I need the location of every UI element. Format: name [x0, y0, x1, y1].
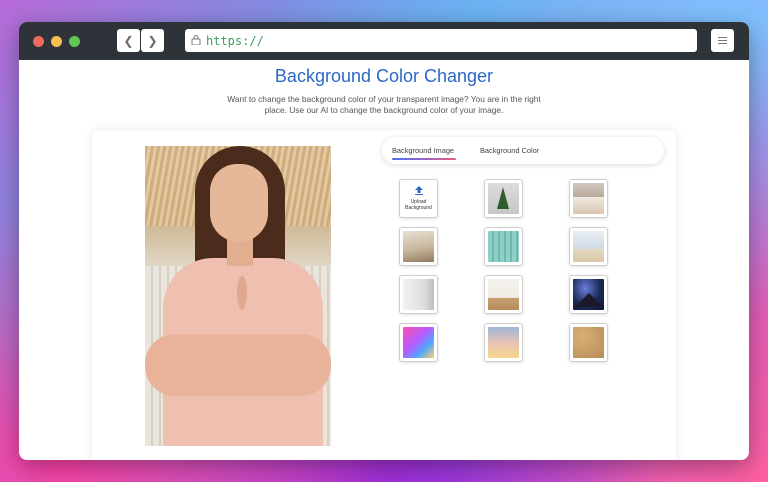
background-thumb-sunset-gradient[interactable] [484, 323, 523, 362]
url-text: https:// [206, 33, 264, 48]
background-thumb-teal-wood[interactable] [484, 227, 523, 266]
subtitle-line-1: Want to change the background color of y… [227, 94, 541, 104]
page-subtitle: Want to change the background color of y… [204, 94, 564, 116]
page-title: Background Color Changer [274, 66, 494, 86]
chevron-right-icon: ❯ [147, 33, 158, 48]
background-thumb-bright-room[interactable] [484, 275, 523, 314]
browser-titlebar: ❮ ❯ https:// [19, 22, 749, 60]
subject-photo [145, 146, 331, 446]
background-thumb-pink-purple-gradient[interactable] [399, 323, 438, 362]
close-window-button[interactable] [33, 36, 44, 47]
upload-arrow-icon [414, 186, 423, 197]
tab-background-color-label: Background Color [480, 146, 540, 155]
upload-background-button[interactable]: Upload Background [399, 179, 438, 218]
maximize-window-button[interactable] [69, 36, 80, 47]
active-tab-indicator [392, 158, 456, 160]
background-tabs: Background Image Background Color [382, 137, 664, 164]
address-bar[interactable]: https:// [185, 29, 697, 52]
background-thumb-kitchen[interactable] [569, 179, 608, 218]
background-thumb-cork-texture[interactable] [569, 323, 608, 362]
browser-window: ❮ ❯ https:// Background Color Changer Wa… [19, 22, 749, 460]
tab-background-image-label: Background Image [392, 146, 455, 155]
page-content: Background Color Changer Want to change … [19, 60, 749, 460]
sliders-icon [718, 37, 727, 38]
background-thumb-white-room[interactable] [399, 275, 438, 314]
subtitle-line-2: place. Use our AI to change the backgrou… [264, 105, 504, 115]
background-thumb-beach[interactable] [569, 227, 608, 266]
chevron-left-icon: ❮ [123, 33, 134, 48]
lock-icon [191, 34, 201, 48]
background-thumb-night-mountains[interactable] [569, 275, 608, 314]
minimize-window-button[interactable] [51, 36, 62, 47]
editor-card: Background Image Background Color Upload… [92, 130, 676, 460]
upload-label: Upload Background [405, 199, 432, 211]
tab-background-color[interactable]: Background Color [480, 146, 539, 155]
back-button[interactable]: ❮ [117, 29, 140, 52]
forward-button[interactable]: ❯ [141, 29, 164, 52]
background-thumb-christmas-tree[interactable] [484, 179, 523, 218]
background-thumb-living-room[interactable] [399, 227, 438, 266]
tab-background-image[interactable]: Background Image [392, 146, 456, 160]
menu-button[interactable] [711, 29, 734, 52]
